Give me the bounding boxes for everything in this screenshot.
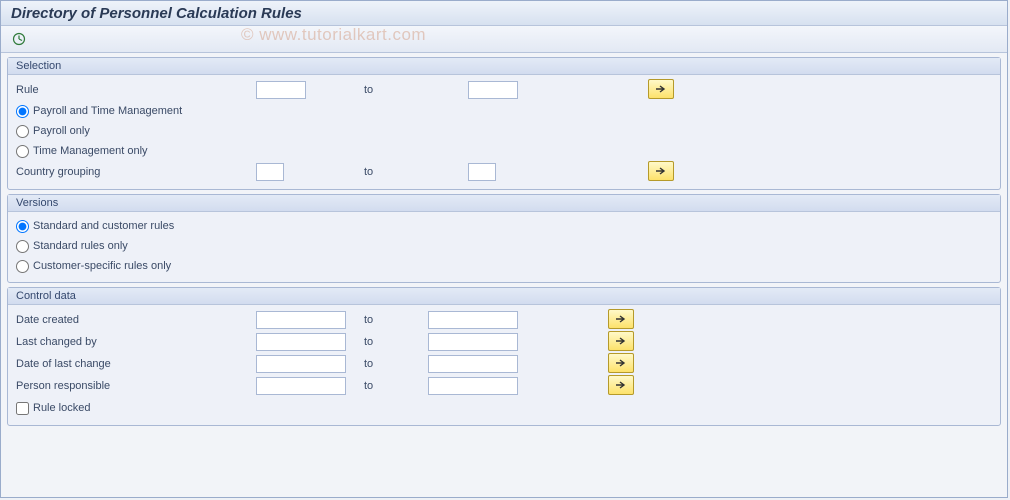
radio-customer-only-label: Customer-specific rules only [33, 260, 171, 272]
group-versions-title: Versions [8, 195, 1000, 212]
group-selection: Selection Rule to [7, 57, 1001, 190]
last-changed-by-to-input[interactable] [428, 333, 518, 351]
radio-payroll-only-label: Payroll only [33, 125, 90, 137]
radio-time-only-label: Time Management only [33, 145, 148, 157]
clock-execute-icon [12, 32, 26, 46]
radio-payroll-time[interactable] [16, 105, 29, 118]
date-created-label: Date created [16, 309, 256, 331]
rule-to-label: to [306, 79, 468, 101]
last-changed-by-to-label: to [346, 331, 428, 353]
arrow-right-icon [615, 314, 627, 324]
person-responsible-to-input[interactable] [428, 377, 518, 395]
person-responsible-from-input[interactable] [256, 377, 346, 395]
date-created-multiselect-button[interactable] [608, 309, 634, 329]
date-last-change-to-input[interactable] [428, 355, 518, 373]
date-last-change-multiselect-button[interactable] [608, 353, 634, 373]
rule-from-input[interactable] [256, 81, 306, 99]
radio-customer-only[interactable] [16, 260, 29, 273]
last-changed-by-multiselect-button[interactable] [608, 331, 634, 351]
country-to-input[interactable] [468, 163, 496, 181]
date-last-change-from-input[interactable] [256, 355, 346, 373]
radio-standard-customer-label: Standard and customer rules [33, 220, 174, 232]
last-changed-by-label: Last changed by [16, 331, 256, 353]
date-last-change-label: Date of last change [16, 353, 256, 375]
person-responsible-label: Person responsible [16, 375, 256, 397]
window: Directory of Personnel Calculation Rules… [0, 0, 1008, 498]
group-selection-title: Selection [8, 58, 1000, 75]
date-last-change-to-label: to [346, 353, 428, 375]
rule-locked-label: Rule locked [33, 402, 90, 414]
content: Selection Rule to [1, 53, 1007, 434]
arrow-right-icon [655, 84, 667, 94]
group-control: Control data Date created to Last change… [7, 287, 1001, 426]
toolbar [1, 26, 1007, 53]
country-to-label: to [284, 161, 468, 183]
arrow-right-icon [655, 166, 667, 176]
group-control-title: Control data [8, 288, 1000, 305]
person-responsible-to-label: to [346, 375, 428, 397]
radio-time-only[interactable] [16, 145, 29, 158]
execute-button[interactable] [7, 29, 31, 49]
last-changed-by-from-input[interactable] [256, 333, 346, 351]
radio-standard-only[interactable] [16, 240, 29, 253]
country-from-input[interactable] [256, 163, 284, 181]
arrow-right-icon [615, 380, 627, 390]
rule-label: Rule [16, 79, 256, 101]
date-created-to-input[interactable] [428, 311, 518, 329]
radio-payroll-only[interactable] [16, 125, 29, 138]
radio-payroll-time-label: Payroll and Time Management [33, 105, 182, 117]
rule-multiselect-button[interactable] [648, 79, 674, 99]
person-responsible-multiselect-button[interactable] [608, 375, 634, 395]
group-versions: Versions Standard and customer rules Sta… [7, 194, 1001, 283]
page-title: Directory of Personnel Calculation Rules [1, 1, 1007, 26]
arrow-right-icon [615, 336, 627, 346]
radio-standard-customer[interactable] [16, 220, 29, 233]
country-multiselect-button[interactable] [648, 161, 674, 181]
date-created-to-label: to [346, 309, 428, 331]
rule-locked-checkbox[interactable] [16, 402, 29, 415]
radio-standard-only-label: Standard rules only [33, 240, 128, 252]
arrow-right-icon [615, 358, 627, 368]
date-created-from-input[interactable] [256, 311, 346, 329]
country-grouping-label: Country grouping [16, 161, 256, 183]
rule-to-input[interactable] [468, 81, 518, 99]
